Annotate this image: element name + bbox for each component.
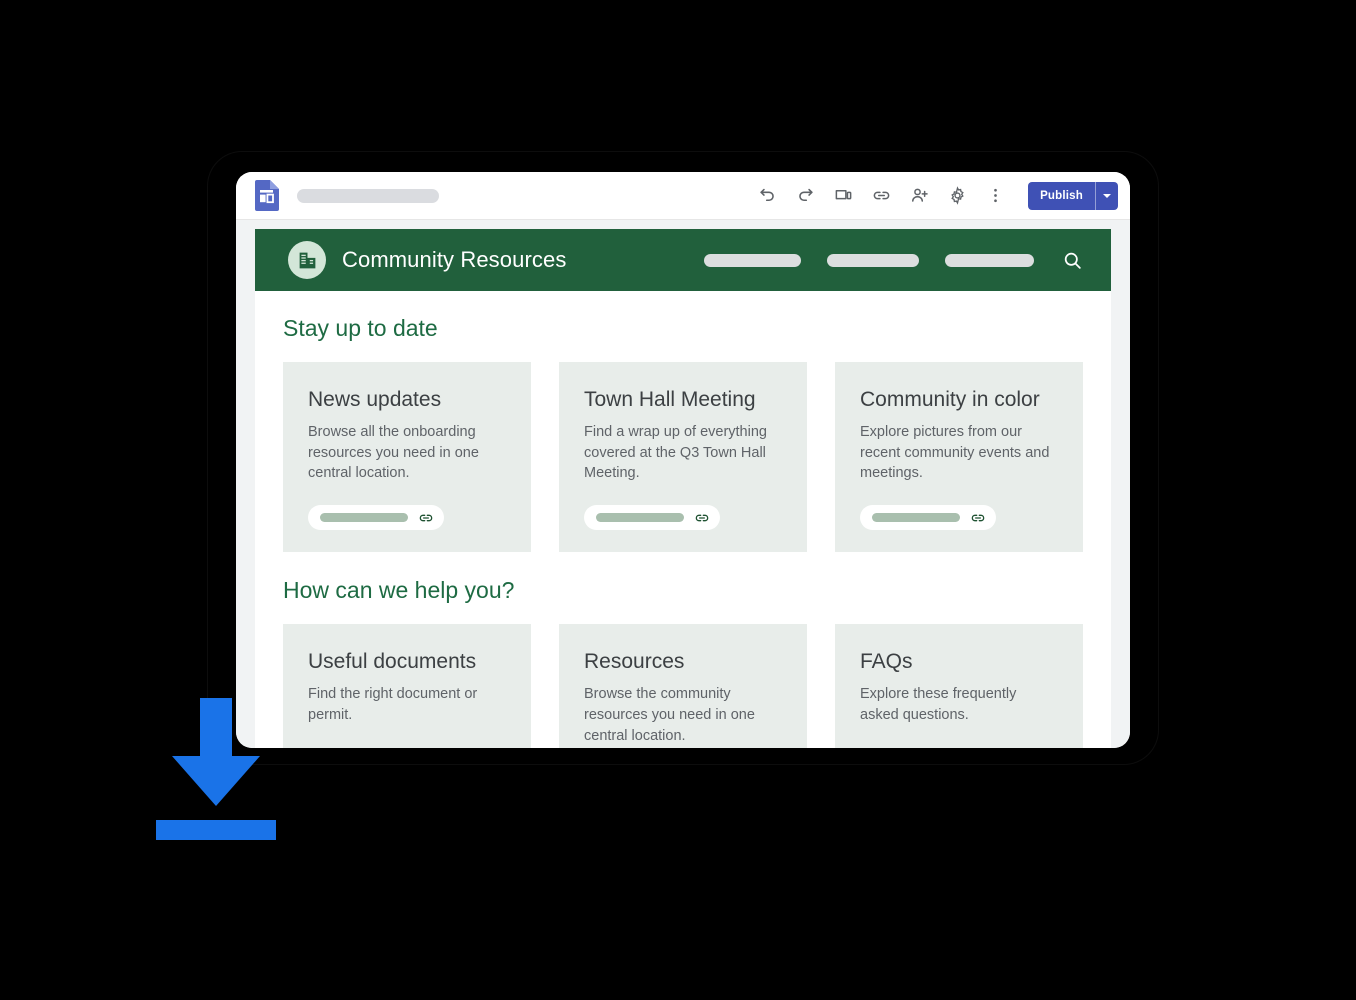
card-description: Explore these frequently asked questions… <box>860 686 1017 723</box>
card-row-help: Useful documents Find the right document… <box>283 624 1083 748</box>
site-banner: Community Resources <box>255 229 1111 291</box>
link-chain-icon <box>970 510 986 526</box>
card-link-label <box>320 513 408 523</box>
card-title: Community in color <box>860 388 1040 411</box>
chevron-down-icon <box>1103 193 1111 198</box>
card-description: Explore pictures from our recent communi… <box>860 424 1050 482</box>
site-title: Community Resources <box>342 247 567 272</box>
link-chain-icon <box>694 510 710 526</box>
add-person-icon[interactable] <box>904 181 934 211</box>
publish-button[interactable]: Publish <box>1028 182 1095 210</box>
site-body: Stay up to date News updates Browse all … <box>255 291 1111 748</box>
nav-item-3[interactable] <box>945 253 1034 267</box>
link-chain-icon <box>418 510 434 526</box>
site-navigation <box>704 250 1083 271</box>
undo-icon[interactable] <box>752 181 782 211</box>
redo-icon[interactable] <box>790 181 820 211</box>
nav-item-2[interactable] <box>827 253 919 267</box>
search-icon[interactable] <box>1062 250 1083 271</box>
card-resources[interactable]: Resources Browse the community resources… <box>559 624 807 748</box>
card-description: Find the right document or permit. <box>308 686 478 723</box>
card-row-updates: News updates Browse all the onboarding r… <box>283 362 1083 553</box>
card-link-button[interactable] <box>584 505 720 531</box>
site-canvas: Community Resources Stay up to date News… <box>236 220 1130 748</box>
card-link-label <box>872 513 960 523</box>
site-title-input[interactable] <box>297 188 439 203</box>
nav-item-1[interactable] <box>704 253 801 267</box>
section-how-can-we-help-you: How can we help you? Useful documents Fi… <box>283 577 1083 748</box>
card-title: Town Hall Meeting <box>584 388 756 411</box>
apartment-building-icon <box>288 241 326 279</box>
publish-button-group[interactable]: Publish <box>1028 181 1118 210</box>
card-title: Useful documents <box>308 650 477 674</box>
editor-toolbar: Publish <box>236 172 1130 220</box>
card-link-label <box>596 513 684 523</box>
card-faqs[interactable]: FAQs Explore these frequently asked ques… <box>835 624 1083 748</box>
card-town-hall-meeting[interactable]: Town Hall Meeting Find a wrap up of ever… <box>559 362 807 553</box>
section-heading: How can we help you? <box>283 577 515 604</box>
link-icon[interactable] <box>866 181 896 211</box>
section-stay-up-to-date: Stay up to date News updates Browse all … <box>283 315 1083 553</box>
publish-dropdown-icon[interactable] <box>1095 181 1118 210</box>
card-link-button[interactable] <box>308 505 444 531</box>
card-news-updates[interactable]: News updates Browse all the onboarding r… <box>283 362 531 553</box>
section-heading: Stay up to date <box>283 315 438 341</box>
card-description: Browse all the onboarding resources you … <box>308 424 479 482</box>
card-description: Find a wrap up of everything covered at … <box>584 424 767 482</box>
card-link-button[interactable] <box>860 505 996 531</box>
more-options-icon[interactable] <box>980 181 1010 211</box>
download-arrow-icon <box>156 698 276 840</box>
card-community-in-color[interactable]: Community in color Explore pictures from… <box>835 362 1083 553</box>
preview-icon[interactable] <box>828 181 858 211</box>
card-title: Resources <box>584 650 685 674</box>
site-page: Community Resources Stay up to date News… <box>255 229 1111 748</box>
card-useful-documents[interactable]: Useful documents Find the right document… <box>283 624 531 748</box>
card-description: Browse the community resources you need … <box>584 686 755 744</box>
settings-gear-icon[interactable] <box>942 181 972 211</box>
card-title: News updates <box>308 388 442 411</box>
google-sites-icon <box>254 180 279 211</box>
tablet-screen: Publish Community Resources Stay up to d… <box>236 172 1130 748</box>
card-title: FAQs <box>860 650 913 674</box>
